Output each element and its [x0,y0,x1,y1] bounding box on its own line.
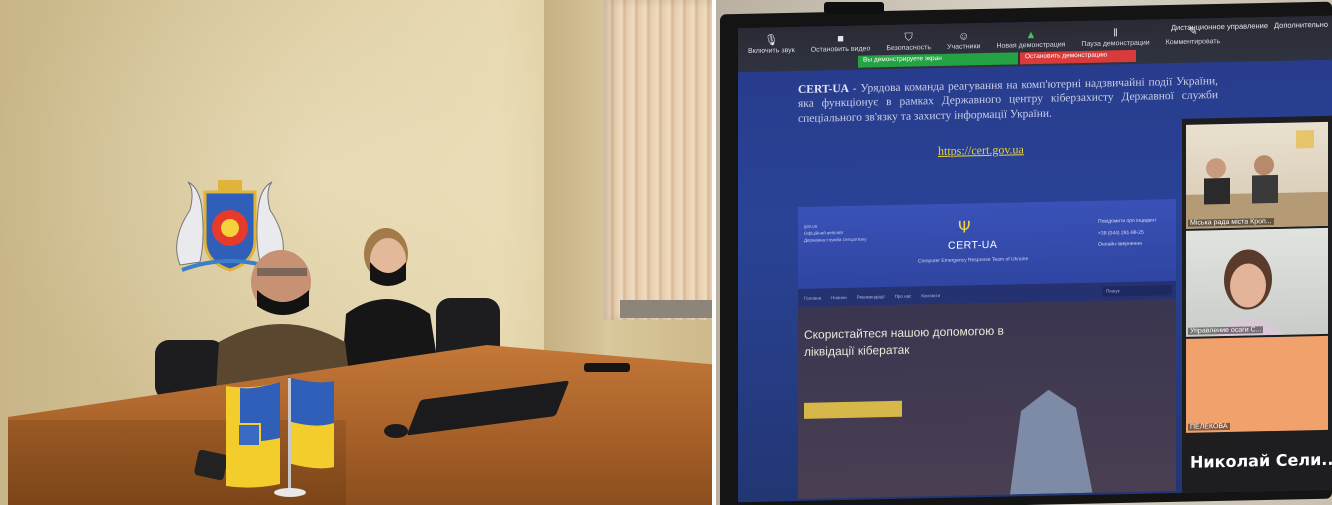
website-hero: Скористайтеся нашою допомогою в ліквідац… [798,299,1176,499]
stop-share-button[interactable]: Остановить демонстрацию [1020,49,1136,65]
computer-mouse [384,424,408,438]
report-incident-link[interactable]: Повідомити про інцидент [1098,215,1156,228]
regional-flag [226,382,280,488]
participant-tile[interactable]: Управление осаги С... [1186,227,1328,337]
participants-panel: Міська рада міста Кроп... Управление оса… [1182,115,1332,493]
cert-org-name: CERT-UA [798,82,849,96]
hero-text: Скористайтеся нашою допомогою в ліквідац… [804,323,1004,360]
participant-video [1214,249,1284,337]
active-speaker-name: Николай Сели... [1190,449,1332,472]
cert-paragraph: CERT-UA - Урядова команда реагування на … [798,74,1218,126]
meeting-room-photo [0,0,712,505]
website-header: gov.ua Офіційний вебсайт Державна служба… [798,199,1176,289]
window-sill [620,300,712,318]
website-search-input[interactable]: Пошук [1102,285,1172,297]
cert-description: - Урядова команда реагування на комп'юте… [798,75,1219,125]
website-left-meta: gov.ua Офіційний вебсайт Державна служба… [804,223,867,244]
participant-label: ПЕЛЕКОВА [1188,422,1230,431]
participants-button[interactable]: ☺ Участники [947,29,980,51]
unmute-button[interactable]: 🎙 Включить звук [748,33,795,56]
nav-item[interactable]: Контакти [921,292,940,297]
participant-tile[interactable]: ПЕЛЕКОВА [1186,335,1328,433]
stop-video-button[interactable]: ■ Остановить видео [811,31,871,54]
nav-item[interactable]: Про нас [895,293,912,298]
hero-illustration [988,389,1098,495]
ukraine-flag [288,377,334,469]
tv-screen: 🎙 Включить звук ■ Остановить видео ⛉ Без… [738,15,1332,503]
hero-button[interactable] [804,400,902,419]
participant-video [1186,130,1328,229]
pause-icon: ‖ [1113,27,1118,40]
shield-icon: ⛉ [904,31,913,44]
online-request-link[interactable]: Онлайн-звернення [1098,238,1156,251]
flag-stand [274,488,306,497]
website-right-meta: Повідомити про інцидент +38 (044) 281-88… [1098,215,1156,251]
participants-icon: ☺ [958,30,970,43]
website-logo-text: CERT-UA [948,238,998,252]
security-button[interactable]: ⛉ Безопасность [886,30,931,53]
nav-item[interactable]: Головна [804,295,821,300]
trident-icon: Ψ [958,217,971,237]
camera-icon: ■ [837,32,844,46]
screen-photo: 🎙 Включить звук ■ Остановить видео ⛉ Без… [716,0,1332,505]
participant-tile[interactable]: Міська рада міста Кроп... [1186,121,1328,229]
flag-pole [288,378,291,496]
cert-link[interactable]: https://cert.gov.ua [938,142,1024,159]
nav-item[interactable]: Новини [831,294,847,299]
more-menu[interactable]: Дополнительно [1274,20,1328,30]
microphone-icon: 🎙 [764,34,779,47]
webcam [824,2,884,14]
window-blinds [604,0,712,320]
nav-item[interactable]: Рекомендації [857,294,885,300]
new-share-button[interactable]: ▲ Новая демонстрация [996,27,1065,50]
website-subtitle: Computer Emergency Response Team of Ukra… [918,256,1029,265]
mobile-phone [584,363,630,372]
cert-website-preview: gov.ua Офіційний вебсайт Державна служба… [798,199,1176,499]
share-screen-icon: ▲ [1025,28,1037,42]
pause-share-button[interactable]: ‖ Пауза демонстрации [1081,26,1149,49]
